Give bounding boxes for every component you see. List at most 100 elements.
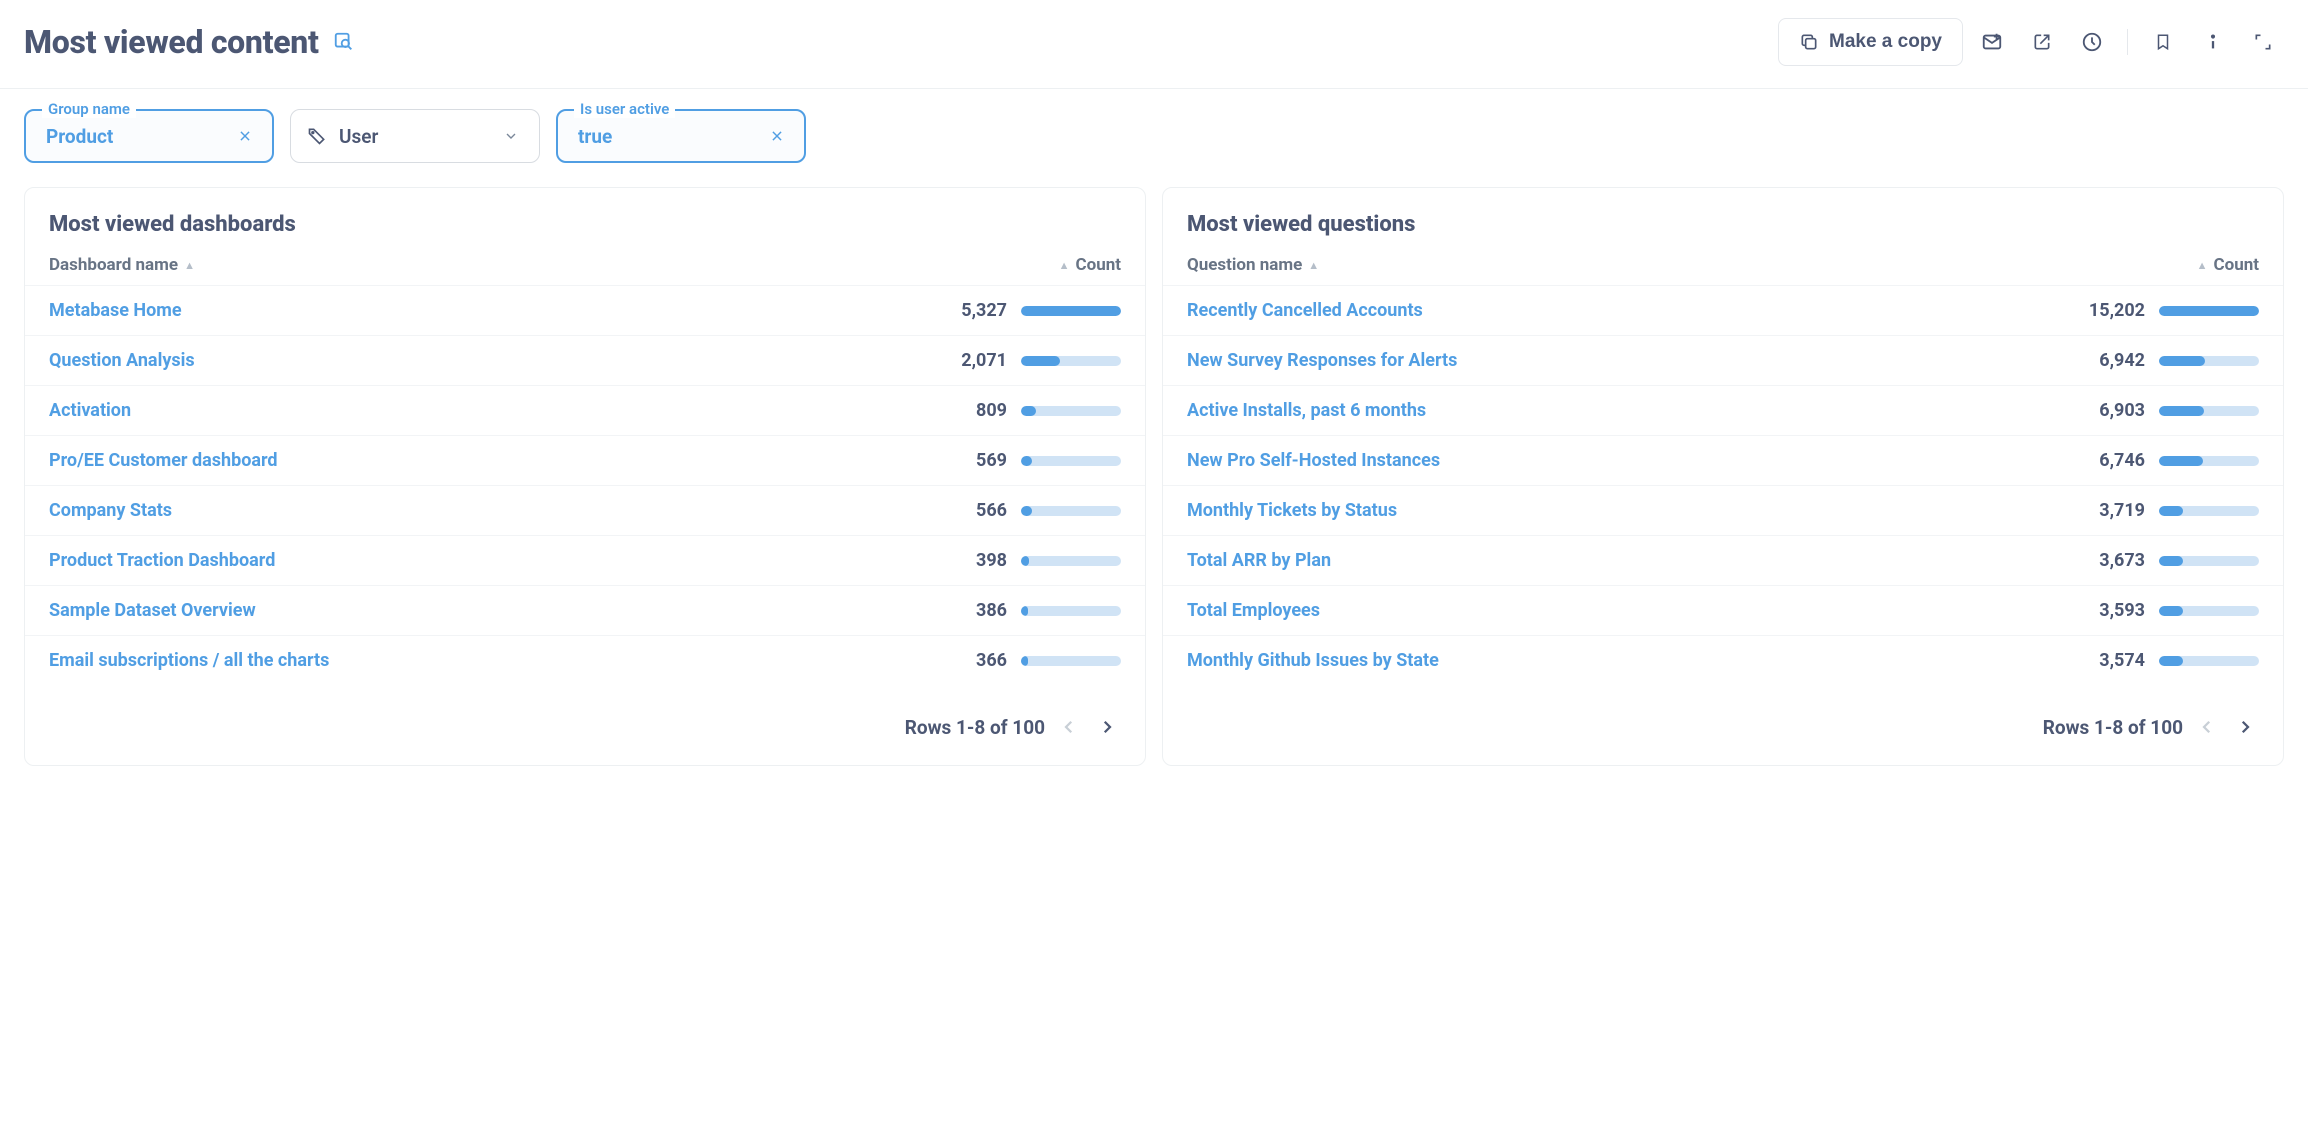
panel-title: Most viewed questions	[1163, 208, 2283, 255]
column-header-name[interactable]: Dashboard name ▲	[49, 255, 921, 275]
row-count: 809	[937, 400, 1007, 421]
filter-is-user-active[interactable]: Is user active true	[556, 109, 806, 163]
column-header-name[interactable]: Question name ▲	[1187, 255, 2059, 275]
panel-questions: Most viewed questions Question name ▲ ▲ …	[1162, 187, 2284, 766]
filter-label: Group name	[42, 100, 136, 118]
row-name-link[interactable]: Pro/EE Customer dashboard	[49, 450, 937, 471]
row-count: 3,574	[2075, 650, 2145, 671]
row-name-link[interactable]: Metabase Home	[49, 300, 937, 321]
table-body: Metabase Home5,327 Question Analysis2,071…	[25, 285, 1145, 685]
row-bar	[2159, 406, 2259, 416]
row-count: 569	[937, 450, 1007, 471]
row-name-link[interactable]: New Pro Self-Hosted Instances	[1187, 450, 2075, 471]
make-copy-label: Make a copy	[1829, 31, 1942, 53]
panel-dashboards: Most viewed dashboards Dashboard name ▲ …	[24, 187, 1146, 766]
table-row: Product Traction Dashboard398	[25, 535, 1145, 585]
row-name-link[interactable]: Activation	[49, 400, 937, 421]
row-bar	[2159, 556, 2259, 566]
row-bar	[2159, 656, 2259, 666]
header-left: Most viewed content	[24, 23, 355, 61]
verified-search-icon[interactable]	[333, 31, 355, 53]
pagination-info: Rows 1-8 of 100	[905, 716, 1045, 739]
pagination-info: Rows 1-8 of 100	[2043, 716, 2183, 739]
row-bar	[1021, 406, 1121, 416]
table-row: Active Installs, past 6 months6,903	[1163, 385, 2283, 435]
filter-group-name[interactable]: Group name Product	[24, 109, 274, 163]
row-name-link[interactable]: Product Traction Dashboard	[49, 550, 937, 571]
row-count: 6,746	[2075, 450, 2145, 471]
prev-page-button[interactable]	[2193, 713, 2221, 741]
row-bar	[2159, 506, 2259, 516]
table-row: New Survey Responses for Alerts6,942	[1163, 335, 2283, 385]
clear-icon[interactable]	[234, 125, 256, 147]
row-name-link[interactable]: Monthly Github Issues by State	[1187, 650, 2075, 671]
row-name-link[interactable]: Monthly Tickets by Status	[1187, 500, 2075, 521]
filter-value: true	[578, 125, 766, 148]
row-count: 6,903	[2075, 400, 2145, 421]
table-row: Company Stats566	[25, 485, 1145, 535]
table-row: Email subscriptions / all the charts366	[25, 635, 1145, 685]
chevron-down-icon	[499, 124, 523, 148]
row-count: 3,719	[2075, 500, 2145, 521]
prev-page-button[interactable]	[1055, 713, 1083, 741]
next-page-button[interactable]	[1093, 713, 1121, 741]
row-bar	[1021, 606, 1121, 616]
row-count: 5,327	[937, 300, 1007, 321]
row-count: 15,202	[2075, 300, 2145, 321]
row-bar	[1021, 456, 1121, 466]
make-copy-button[interactable]: Make a copy	[1778, 18, 1963, 66]
row-name-link[interactable]: Email subscriptions / all the charts	[49, 650, 937, 671]
row-bar	[1021, 306, 1121, 316]
row-count: 3,673	[2075, 550, 2145, 571]
panel-footer: Rows 1-8 of 100	[25, 685, 1145, 749]
row-name-link[interactable]: Total Employees	[1187, 600, 2075, 621]
next-page-button[interactable]	[2231, 713, 2259, 741]
row-count: 2,071	[937, 350, 1007, 371]
row-name-link[interactable]: Sample Dataset Overview	[49, 600, 937, 621]
row-bar	[1021, 556, 1121, 566]
table-row: Sample Dataset Overview386	[25, 585, 1145, 635]
fullscreen-icon[interactable]	[2242, 21, 2284, 63]
table-header: Dashboard name ▲ ▲ Count	[25, 255, 1145, 285]
tag-icon	[307, 126, 327, 146]
row-name-link[interactable]: Recently Cancelled Accounts	[1187, 300, 2075, 321]
row-count: 566	[937, 500, 1007, 521]
bookmark-icon[interactable]	[2142, 21, 2184, 63]
table-row: Monthly Tickets by Status3,719	[1163, 485, 2283, 535]
subscription-icon[interactable]	[1971, 21, 2013, 63]
table-header: Question name ▲ ▲ Count	[1163, 255, 2283, 285]
history-icon[interactable]	[2071, 21, 2113, 63]
sort-up-icon: ▲	[184, 259, 195, 272]
sort-up-icon: ▲	[2197, 259, 2208, 272]
row-bar	[2159, 356, 2259, 366]
table-row: Total ARR by Plan3,673	[1163, 535, 2283, 585]
page-title: Most viewed content	[24, 23, 319, 61]
clear-icon[interactable]	[766, 125, 788, 147]
row-name-link[interactable]: Active Installs, past 6 months	[1187, 400, 2075, 421]
row-count: 398	[937, 550, 1007, 571]
column-header-count[interactable]: ▲ Count	[2059, 255, 2259, 275]
table-row: Activation809	[25, 385, 1145, 435]
row-bar	[2159, 456, 2259, 466]
table-row: New Pro Self-Hosted Instances6,746	[1163, 435, 2283, 485]
row-name-link[interactable]: Company Stats	[49, 500, 937, 521]
sort-up-icon: ▲	[1059, 259, 1070, 272]
info-icon[interactable]	[2192, 21, 2234, 63]
row-count: 386	[937, 600, 1007, 621]
row-name-link[interactable]: Total ARR by Plan	[1187, 550, 2075, 571]
row-bar	[1021, 656, 1121, 666]
row-count: 366	[937, 650, 1007, 671]
column-header-count[interactable]: ▲ Count	[921, 255, 1121, 275]
share-icon[interactable]	[2021, 21, 2063, 63]
panel-footer: Rows 1-8 of 100	[1163, 685, 2283, 749]
row-name-link[interactable]: New Survey Responses for Alerts	[1187, 350, 2075, 371]
panel-title: Most viewed dashboards	[25, 208, 1145, 255]
row-count: 6,942	[2075, 350, 2145, 371]
filter-bar: Group name Product User Is user active t…	[0, 89, 2308, 187]
filter-user[interactable]: User	[290, 109, 540, 163]
filter-label: Is user active	[574, 100, 675, 118]
row-count: 3,593	[2075, 600, 2145, 621]
page-header: Most viewed content Make a copy	[0, 0, 2308, 89]
row-name-link[interactable]: Question Analysis	[49, 350, 937, 371]
row-bar	[1021, 506, 1121, 516]
